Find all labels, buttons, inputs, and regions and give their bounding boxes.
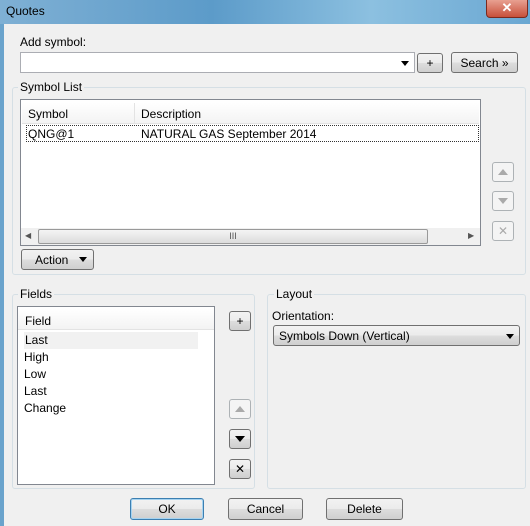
scroll-right-icon[interactable]: ▶: [468, 231, 474, 240]
move-symbol-up-button[interactable]: [492, 162, 514, 182]
add-field-button[interactable]: +: [229, 311, 251, 331]
field-column-header[interactable]: Field: [18, 309, 214, 330]
arrow-up-icon: [235, 406, 245, 412]
orientation-label: Orientation:: [272, 309, 335, 323]
add-symbol-button[interactable]: +: [417, 53, 443, 73]
close-icon: ✕: [234, 462, 246, 476]
cell-symbol: QNG@1: [28, 127, 75, 141]
scroll-left-icon[interactable]: ◀: [25, 231, 31, 240]
chevron-down-icon: [506, 334, 514, 339]
remove-symbol-button[interactable]: ✕: [492, 221, 514, 241]
cell-description: NATURAL GAS September 2014: [141, 127, 317, 141]
window-title: Quotes: [6, 4, 45, 18]
symbol-list-view[interactable]: Symbol Description QNG@1 NATURAL GAS Sep…: [20, 99, 481, 246]
list-item[interactable]: Last: [24, 332, 198, 349]
cancel-button[interactable]: Cancel: [228, 498, 303, 520]
move-symbol-down-button[interactable]: [492, 191, 514, 211]
table-row[interactable]: QNG@1 NATURAL GAS September 2014: [26, 125, 479, 142]
scroll-thumb[interactable]: III: [38, 229, 428, 244]
action-label: Action: [35, 252, 69, 267]
search-button[interactable]: Search »: [451, 52, 518, 73]
column-header-symbol[interactable]: Symbol: [22, 103, 135, 124]
move-field-up-button[interactable]: [229, 399, 251, 419]
list-item[interactable]: Last: [24, 383, 47, 400]
symbol-list-label: Symbol List: [18, 80, 85, 94]
add-symbol-label: Add symbol:: [20, 35, 87, 49]
move-field-down-button[interactable]: [229, 429, 251, 449]
chevron-down-icon: [79, 257, 88, 262]
layout-group: [267, 294, 526, 489]
list-item[interactable]: Change: [24, 400, 66, 417]
layout-label: Layout: [274, 287, 315, 301]
arrow-down-icon: [498, 198, 508, 204]
fields-list[interactable]: Field Last High Low Last Change: [17, 306, 215, 485]
list-header: Symbol Description: [22, 103, 479, 124]
fields-label: Fields: [18, 287, 55, 301]
title-bar: [0, 0, 530, 24]
list-item[interactable]: Low: [24, 366, 46, 383]
chevron-down-icon: [401, 61, 409, 66]
close-button[interactable]: ✕: [486, 0, 528, 18]
add-symbol-combo[interactable]: [20, 52, 415, 73]
remove-field-button[interactable]: ✕: [229, 459, 251, 479]
column-header-description[interactable]: Description: [135, 103, 479, 124]
action-button[interactable]: Action: [21, 249, 94, 270]
list-item[interactable]: High: [24, 349, 49, 366]
ok-button[interactable]: OK: [130, 498, 204, 520]
orientation-select[interactable]: Symbols Down (Vertical): [273, 325, 520, 346]
horizontal-scrollbar[interactable]: ◀ III ▶: [21, 228, 480, 245]
orientation-value: Symbols Down (Vertical): [279, 328, 410, 343]
arrow-up-icon: [498, 169, 508, 175]
close-icon: ✕: [497, 224, 509, 238]
delete-button[interactable]: Delete: [326, 498, 403, 520]
arrow-down-icon: [235, 436, 245, 442]
